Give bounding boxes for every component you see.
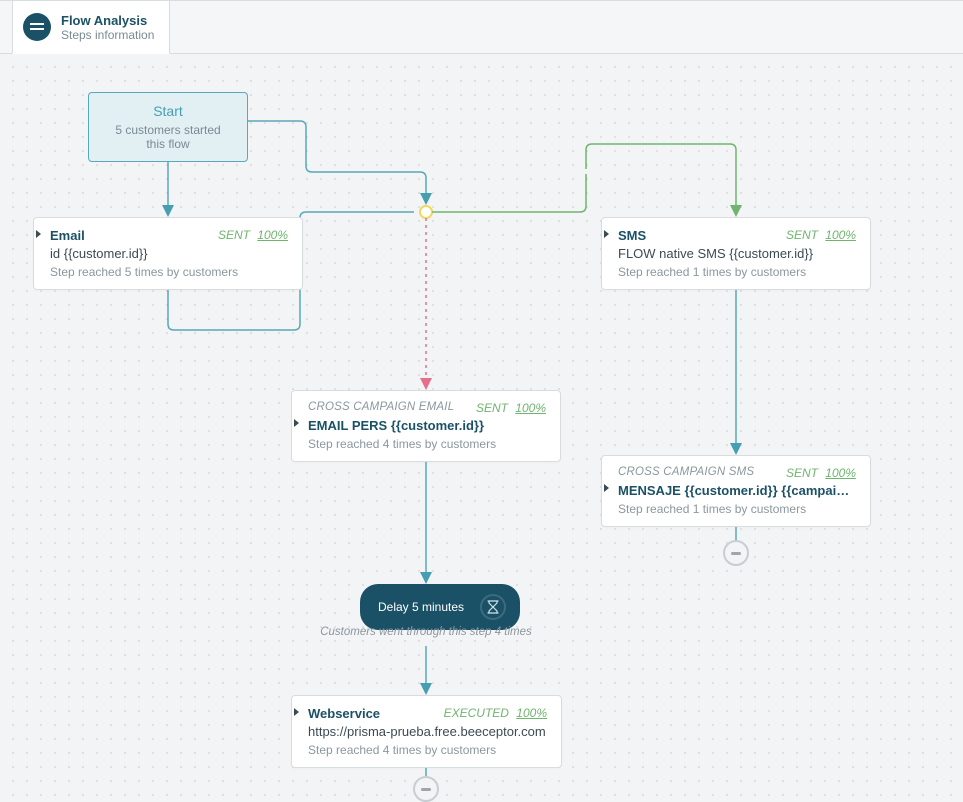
start-label: Start bbox=[105, 103, 231, 119]
node-sms[interactable]: SMS SENT 100% FLOW native SMS {{customer… bbox=[601, 217, 871, 290]
node-meta: Step reached 1 times by customers bbox=[618, 265, 856, 279]
header-bar: Flow Analysis Steps information bbox=[0, 0, 963, 54]
node-status: EXECUTED 100% bbox=[444, 706, 547, 721]
expand-icon[interactable] bbox=[604, 484, 609, 492]
node-webservice[interactable]: Webservice EXECUTED 100% https://prisma-… bbox=[291, 695, 562, 768]
node-delay[interactable]: Delay 5 minutes bbox=[360, 584, 520, 630]
node-status: SENT 100% bbox=[786, 228, 856, 243]
expand-icon[interactable] bbox=[294, 708, 299, 716]
node-status: SENT 100% bbox=[218, 228, 288, 243]
end-node[interactable] bbox=[413, 776, 439, 802]
start-subtitle: 5 customers started this flow bbox=[105, 123, 231, 151]
expand-icon[interactable] bbox=[294, 419, 299, 427]
delay-label: Delay 5 minutes bbox=[378, 600, 464, 614]
node-kind: Webservice bbox=[308, 706, 380, 721]
node-body: MENSAJE {{customer.id}} {{campaign.li… bbox=[618, 483, 856, 498]
tab-subtitle: Steps information bbox=[61, 28, 154, 42]
flow-icon bbox=[23, 13, 51, 41]
node-kind: CROSS CAMPAIGN EMAIL bbox=[308, 401, 454, 415]
tab-title: Flow Analysis bbox=[61, 13, 154, 28]
node-body: https://prisma-prueba.free.beeceptor.com bbox=[308, 724, 547, 739]
flow-canvas[interactable]: Start 5 customers started this flow Emai… bbox=[0, 54, 963, 802]
node-kind: CROSS CAMPAIGN SMS bbox=[618, 466, 754, 480]
node-body: FLOW native SMS {{customer.id}} bbox=[618, 246, 856, 261]
node-meta: Step reached 4 times by customers bbox=[308, 437, 546, 451]
node-email[interactable]: Email SENT 100% id {{customer.id}} Step … bbox=[33, 217, 303, 290]
node-meta: Step reached 1 times by customers bbox=[618, 502, 856, 516]
delay-caption: Customers went through this step 4 times bbox=[316, 626, 536, 638]
expand-icon[interactable] bbox=[604, 230, 609, 238]
expand-icon[interactable] bbox=[36, 230, 41, 238]
node-kind: Email bbox=[50, 228, 85, 243]
end-node[interactable] bbox=[723, 540, 749, 566]
node-kind: SMS bbox=[618, 228, 646, 243]
tab-flow-analysis[interactable]: Flow Analysis Steps information bbox=[12, 1, 170, 54]
minus-icon bbox=[731, 552, 741, 555]
minus-icon bbox=[421, 788, 431, 791]
node-meta: Step reached 4 times by customers bbox=[308, 743, 547, 757]
hourglass-icon bbox=[480, 594, 506, 620]
node-body: id {{customer.id}} bbox=[50, 246, 288, 261]
node-body: EMAIL PERS {{customer.id}} bbox=[308, 418, 546, 433]
node-meta: Step reached 5 times by customers bbox=[50, 265, 288, 279]
tab-text: Flow Analysis Steps information bbox=[61, 13, 154, 42]
node-status: SENT 100% bbox=[786, 466, 856, 480]
node-cross-sms[interactable]: CROSS CAMPAIGN SMS SENT 100% MENSAJE {{c… bbox=[601, 455, 871, 527]
start-node[interactable]: Start 5 customers started this flow bbox=[88, 92, 248, 162]
node-status: SENT 100% bbox=[476, 401, 546, 415]
node-cross-email[interactable]: CROSS CAMPAIGN EMAIL SENT 100% EMAIL PER… bbox=[291, 390, 561, 462]
